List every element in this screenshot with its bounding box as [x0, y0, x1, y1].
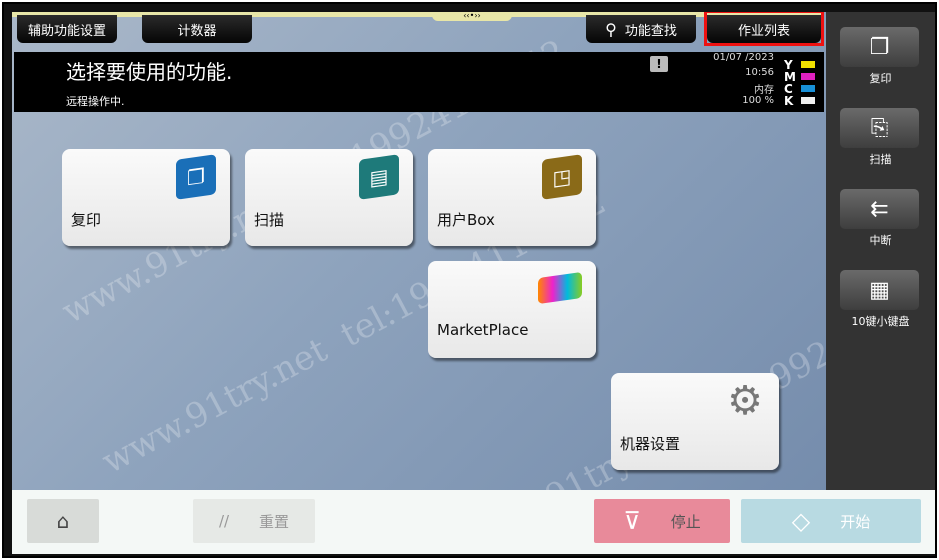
function-search-button[interactable]: ⚲ 功能查找 — [586, 15, 696, 43]
tile-machine-settings[interactable]: ⚙ 机器设置 — [611, 373, 779, 470]
job-list-label: 作业列表 — [737, 23, 790, 39]
home-icon: ⌂ — [56, 509, 70, 533]
counter-button[interactable]: 计数器 — [142, 15, 252, 43]
time: 10:56 — [745, 67, 774, 78]
panel-handle[interactable]: ‹‹•›› — [432, 12, 512, 21]
sidebar-keypad-label: 10键小键盘 — [851, 315, 910, 328]
reset-icon: // — [218, 512, 230, 530]
box-icon: ◳ — [542, 154, 582, 200]
accessibility-button[interactable]: 辅助功能设置 — [17, 15, 117, 43]
reset-label: 重置 — [259, 512, 290, 531]
search-icon: ⚲ — [605, 19, 617, 39]
sidebar-interrupt-button[interactable]: ⇇ — [840, 189, 919, 229]
start-label: 开始 — [840, 512, 871, 531]
reset-button[interactable]: // 重置 — [193, 499, 315, 543]
tile-scan-label: 扫描 — [254, 211, 285, 229]
tile-copy-label: 复印 — [71, 211, 102, 229]
home-button[interactable]: ⌂ — [27, 499, 99, 543]
sidebar: ❐ 复印 ⎘ 扫描 ⇇ 中断 ▦ 10键小键盘 — [826, 12, 935, 490]
stop-icon: ⊽ — [623, 507, 641, 535]
scan-icon: ▤ — [359, 154, 399, 200]
tile-copy[interactable]: ❐ 复印 — [62, 149, 230, 246]
bottom-bar: ⌂ // 重置 ⊽ 停止 ◇ 开始 — [12, 490, 935, 554]
sidebar-interrupt-label: 中断 — [869, 234, 892, 247]
control-panel-screen: www.91try.net tel:19924114142 www.91try.… — [12, 12, 935, 554]
gear-icon: ⚙ — [727, 378, 763, 424]
tile-user-box[interactable]: ◳ 用户Box — [428, 149, 596, 246]
sidebar-scan-button[interactable]: ⎘ — [840, 108, 919, 148]
warning-icon[interactable]: ! — [650, 56, 668, 72]
sidebar-copy-label: 复印 — [869, 72, 892, 85]
copy-icon: ❐ — [176, 154, 216, 200]
accessibility-label: 辅助功能设置 — [27, 23, 106, 39]
copy-icon: ❐ — [869, 34, 890, 60]
start-icon: ◇ — [791, 507, 811, 535]
tile-marketplace[interactable]: MarketPlace — [428, 261, 596, 358]
stop-label: 停止 — [670, 512, 701, 531]
message-header: 选择要使用的功能. 远程操作中. ! 01/07 /2023 10:56 内存 … — [14, 52, 824, 112]
tile-scan[interactable]: ▤ 扫描 — [245, 149, 413, 246]
start-button[interactable]: ◇ 开始 — [741, 499, 921, 543]
counter-label: 计数器 — [177, 23, 217, 39]
keypad-icon: ▦ — [869, 277, 890, 303]
date: 01/07 /2023 — [713, 52, 774, 63]
status-message: 远程操作中. — [66, 95, 125, 108]
toner-m-indicator — [801, 73, 815, 80]
toner-k-label: K — [784, 94, 794, 108]
toner-k-indicator — [801, 97, 815, 104]
page-title: 选择要使用的功能. — [66, 60, 233, 84]
interrupt-icon: ⇇ — [870, 196, 889, 222]
job-list-button[interactable]: 作业列表 — [707, 15, 821, 43]
top-strip — [12, 12, 824, 17]
scan-icon: ⎘ — [870, 115, 889, 141]
function-search-label: 功能查找 — [624, 23, 677, 39]
sidebar-copy-button[interactable]: ❐ — [840, 27, 919, 67]
toner-c-indicator — [801, 85, 815, 92]
device-frame: www.91try.net tel:19924114142 www.91try.… — [2, 2, 937, 558]
tile-marketplace-label: MarketPlace — [437, 321, 529, 339]
sidebar-keypad-button[interactable]: ▦ — [840, 270, 919, 310]
memory-value: 100 % — [742, 95, 774, 106]
marketplace-icon — [538, 271, 582, 305]
sidebar-scan-label: 扫描 — [869, 153, 892, 166]
tile-user-box-label: 用户Box — [437, 211, 495, 229]
toner-y-indicator — [801, 61, 815, 68]
memory-label: 内存 — [754, 85, 774, 96]
tile-machine-settings-label: 机器设置 — [620, 435, 681, 453]
stop-button[interactable]: ⊽ 停止 — [594, 499, 730, 543]
